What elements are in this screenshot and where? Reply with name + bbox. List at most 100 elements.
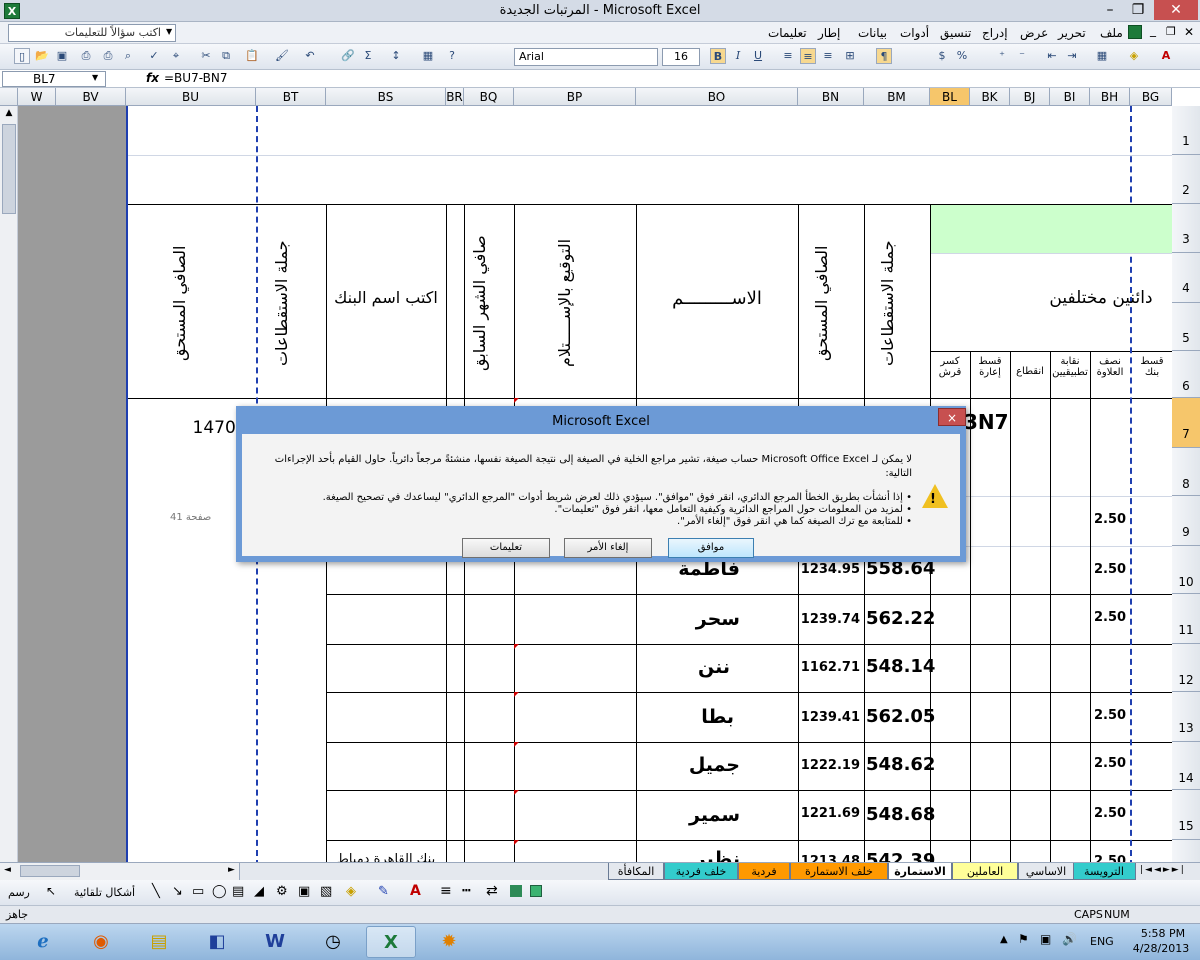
cell-bo15[interactable]: سمير bbox=[640, 804, 740, 826]
name-box[interactable]: BL7 bbox=[2, 71, 106, 87]
cell-bm14[interactable]: 548.62 bbox=[866, 754, 935, 775]
ask-question-input[interactable]: اكتب سؤالاً للتعليمات bbox=[8, 24, 176, 42]
print-preview-icon[interactable]: ⌕ bbox=[120, 48, 136, 64]
oval-icon[interactable]: ◯ bbox=[212, 884, 227, 899]
picture-icon[interactable]: ▧ bbox=[320, 884, 332, 899]
line-color-icon[interactable]: ✎ bbox=[378, 884, 389, 899]
menu-data[interactable]: بيانات bbox=[858, 26, 887, 40]
sort-ascending-icon[interactable]: ↕ bbox=[388, 48, 404, 64]
select-pointer-icon[interactable]: ↖ bbox=[46, 884, 56, 898]
increase-decimal-icon[interactable]: ⁺ bbox=[994, 48, 1010, 64]
cell-bh13[interactable]: 2.50 bbox=[1094, 708, 1126, 723]
col-header-bk[interactable]: BK bbox=[970, 88, 1010, 106]
row-header-10[interactable]: 10 bbox=[1172, 546, 1200, 594]
decrease-decimal-icon[interactable]: ⁻ bbox=[1014, 48, 1030, 64]
copy-icon[interactable]: ⧉ bbox=[218, 48, 234, 64]
insert-function-icon[interactable]: fx bbox=[146, 71, 159, 85]
help-icon[interactable]: ? bbox=[444, 48, 460, 64]
col-header-bh[interactable]: BH bbox=[1090, 88, 1130, 106]
row-header-3[interactable]: 3 bbox=[1172, 204, 1200, 253]
undo-icon[interactable]: ↶ bbox=[302, 48, 318, 64]
name-box-dropdown-icon[interactable]: ▼ bbox=[92, 73, 98, 82]
paste-icon[interactable]: 📋 bbox=[244, 48, 260, 64]
rtl-icon[interactable]: ¶ bbox=[876, 48, 892, 64]
row-header-14[interactable]: 14 bbox=[1172, 742, 1200, 790]
vertical-scroll-thumb[interactable] bbox=[2, 124, 16, 214]
rectangle-icon[interactable]: ▭ bbox=[192, 884, 204, 899]
col-header-bt[interactable]: BT bbox=[256, 88, 326, 106]
format-painter-icon[interactable]: 🖌 bbox=[274, 48, 290, 64]
col-header-bi[interactable]: BI bbox=[1050, 88, 1090, 106]
row-header-11[interactable]: 11 bbox=[1172, 594, 1200, 644]
cell-bn10[interactable]: 1234.95 bbox=[800, 562, 860, 577]
row-header-5[interactable]: 5 bbox=[1172, 303, 1200, 351]
font-color-icon[interactable]: A bbox=[1158, 48, 1174, 64]
word-icon[interactable]: W bbox=[250, 926, 300, 958]
hyperlink-icon[interactable]: 🔗 bbox=[340, 48, 356, 64]
horizontal-scroll-thumb[interactable] bbox=[20, 865, 80, 877]
shadow-icon[interactable] bbox=[510, 885, 522, 897]
cell-bn12[interactable]: 1162.71 bbox=[800, 660, 860, 675]
workbook-icon[interactable] bbox=[1128, 25, 1142, 39]
row-header-1[interactable]: 1 bbox=[1172, 106, 1200, 155]
line-icon[interactable]: ╲ bbox=[152, 884, 160, 899]
cell-bn13[interactable]: 1239.41 bbox=[800, 710, 860, 725]
arrow-style-icon[interactable]: ⇄ bbox=[486, 883, 498, 899]
col-header-bg[interactable]: BG bbox=[1130, 88, 1172, 106]
col-header-bo[interactable]: BO bbox=[636, 88, 798, 106]
menu-format[interactable]: تنسيق bbox=[940, 26, 971, 40]
percent-button[interactable]: % bbox=[954, 48, 970, 64]
network-icon[interactable]: ▣ bbox=[1040, 932, 1051, 946]
cell-bm13[interactable]: 562.05 bbox=[866, 706, 935, 727]
open-icon[interactable]: 📂 bbox=[34, 48, 50, 64]
maximize-button[interactable]: ❐ bbox=[1124, 0, 1152, 20]
presentation-icon[interactable]: ◧ bbox=[192, 926, 242, 958]
cell-bn14[interactable]: 1222.19 bbox=[800, 758, 860, 773]
row-header-16[interactable] bbox=[1172, 840, 1200, 862]
clock-icon[interactable]: ◷ bbox=[308, 926, 358, 958]
col-header-w[interactable]: W bbox=[18, 88, 56, 106]
close-workbook-icon[interactable]: ✕ bbox=[1184, 25, 1194, 39]
cell-bm16[interactable]: 542.39 bbox=[866, 850, 935, 862]
paint-icon[interactable]: ✹ bbox=[424, 926, 474, 958]
row-header-6[interactable]: 6 bbox=[1172, 351, 1200, 398]
scroll-right-icon[interactable]: ► bbox=[228, 865, 235, 875]
explorer-icon[interactable]: ▤ bbox=[134, 926, 184, 958]
underline-button[interactable]: U bbox=[750, 48, 766, 64]
autoshapes-menu[interactable]: أشكال تلقائية bbox=[74, 886, 135, 899]
new-icon[interactable]: ▯ bbox=[14, 48, 30, 64]
decrease-indent-icon[interactable]: ⇤ bbox=[1044, 48, 1060, 64]
cell-bh15[interactable]: 2.50 bbox=[1094, 806, 1126, 821]
scroll-left-icon[interactable]: ◄ bbox=[4, 865, 11, 875]
font-size-select[interactable]: 16 bbox=[662, 48, 700, 66]
clipart-icon[interactable]: ▣ bbox=[298, 884, 310, 899]
menu-file[interactable]: ملف bbox=[1100, 26, 1123, 40]
autosum-icon[interactable]: Σ bbox=[360, 48, 376, 64]
cell-bo13[interactable]: بطا bbox=[640, 706, 734, 728]
row-header-12[interactable]: 12 bbox=[1172, 644, 1200, 692]
cell-bo11[interactable]: سحر bbox=[640, 608, 740, 630]
align-center-icon[interactable]: ≡ bbox=[800, 48, 816, 64]
tab-employees[interactable]: العاملين bbox=[952, 863, 1018, 880]
align-left-icon[interactable]: ≡ bbox=[780, 48, 796, 64]
cut-icon[interactable]: ✂ bbox=[198, 48, 214, 64]
fill-color-draw-icon[interactable]: ◈ bbox=[346, 884, 356, 899]
close-window-button[interactable]: ✕ bbox=[1154, 0, 1198, 20]
menu-help[interactable]: تعليمات bbox=[768, 26, 807, 40]
tray-expand-icon[interactable]: ▲ bbox=[1000, 934, 1008, 945]
cell-bu7[interactable]: 1470.0 bbox=[130, 418, 252, 438]
cell-bo16[interactable]: نظير bbox=[640, 848, 740, 862]
research-icon[interactable]: ⌖ bbox=[168, 48, 184, 64]
ask-dropdown-icon[interactable]: ▼ bbox=[166, 27, 172, 36]
ok-button[interactable]: موافق bbox=[668, 538, 754, 558]
cell-bh9[interactable]: 2.50 bbox=[1094, 512, 1126, 527]
font-name-select[interactable]: Arial bbox=[514, 48, 658, 66]
cell-bn15[interactable]: 1221.69 bbox=[800, 806, 860, 821]
flag-icon[interactable]: ⚑ bbox=[1018, 932, 1029, 946]
borders-icon[interactable]: ▦ bbox=[1094, 48, 1110, 64]
diagram-icon[interactable]: ⚙ bbox=[276, 884, 288, 899]
chart-wizard-icon[interactable]: ▦ bbox=[420, 48, 436, 64]
tab-form-active[interactable]: الاستمارة bbox=[888, 863, 952, 880]
row-header-2[interactable]: 2 bbox=[1172, 155, 1200, 204]
menu-tools[interactable]: أدوات bbox=[900, 26, 929, 40]
